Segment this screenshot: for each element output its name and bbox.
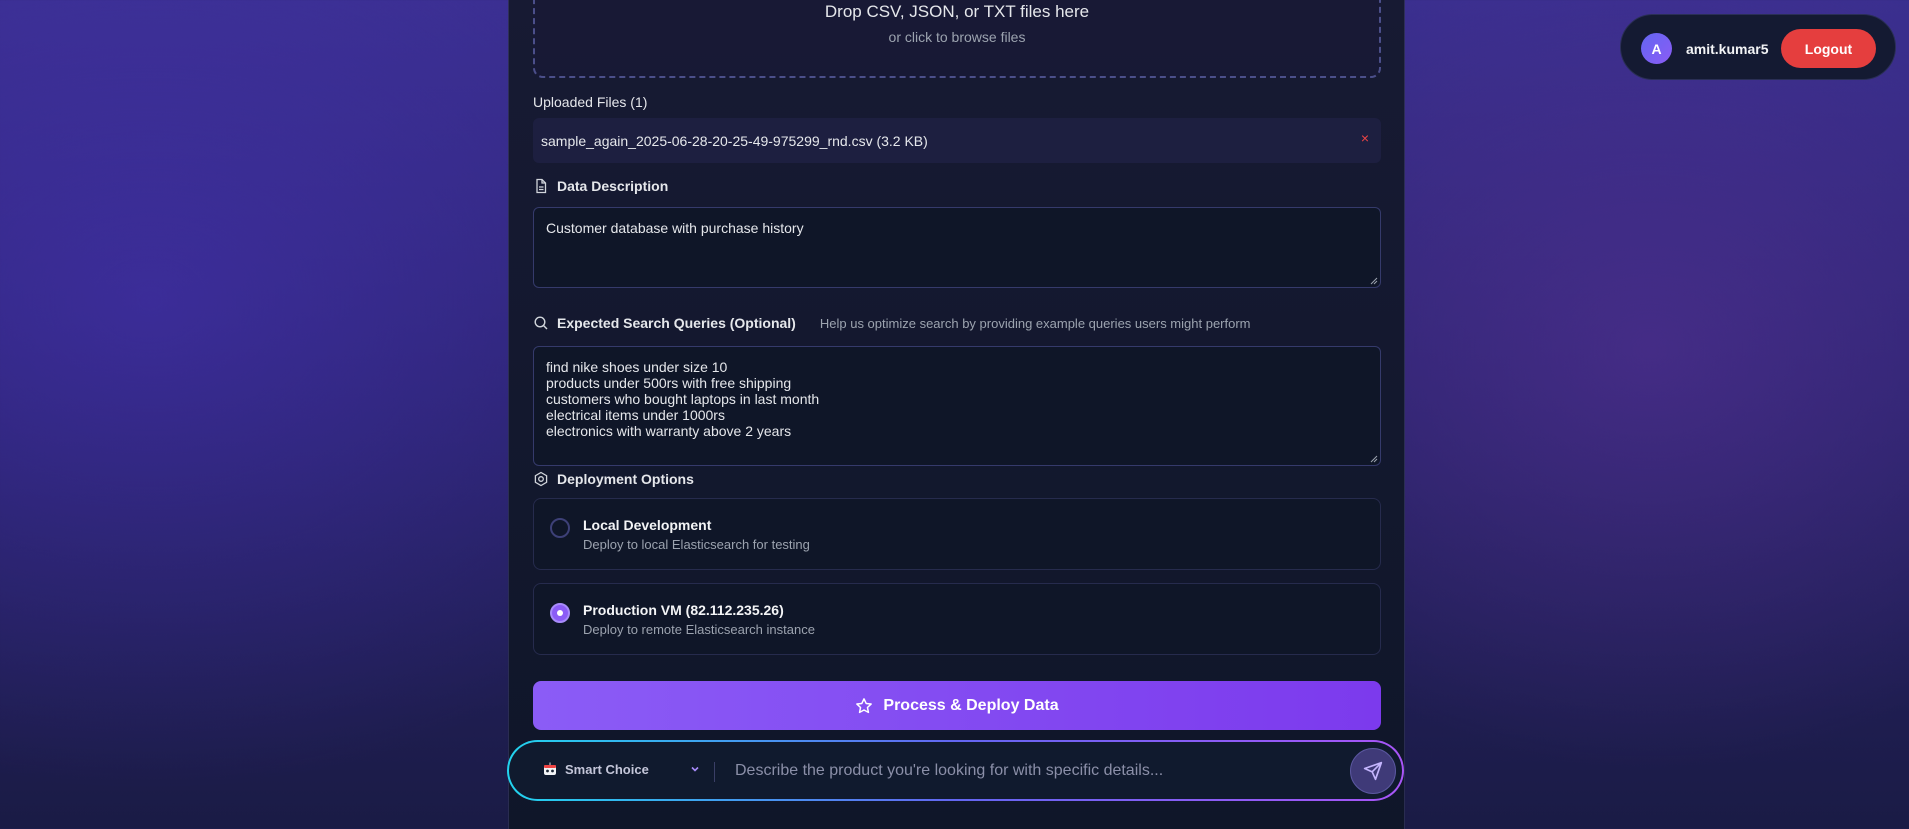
deployment-options-header: Deployment Options [533, 471, 694, 487]
query-line: electronics with warranty above 2 years [546, 423, 792, 439]
search-queries-header: Expected Search Queries (Optional) Help … [533, 315, 1251, 331]
uploaded-file-name: sample_again_2025-06-28-20-25-49-975299_… [541, 133, 928, 149]
uploaded-files-label: Uploaded Files (1) [533, 94, 648, 110]
send-icon [1363, 761, 1383, 781]
deploy-option-local[interactable]: Local Development Deploy to local Elasti… [533, 498, 1381, 570]
query-line: products under 500rs with free shipping [546, 375, 792, 391]
data-description-value: Customer database with purchase history [546, 220, 804, 236]
user-bar: A amit.kumar5 Logout [1620, 14, 1896, 80]
deploy-option-title: Local Development [583, 517, 712, 533]
dropzone-subtitle: or click to browse files [888, 29, 1026, 45]
document-icon [533, 178, 549, 194]
resize-grip-icon[interactable] [1368, 453, 1378, 463]
chat-divider [714, 762, 715, 782]
chevron-down-icon[interactable] [689, 763, 701, 775]
logout-button[interactable]: Logout [1781, 29, 1876, 68]
star-icon [856, 697, 873, 713]
gear-icon [533, 471, 549, 487]
deploy-option-production[interactable]: Production VM (82.112.235.26) Deploy to … [533, 583, 1381, 655]
remove-file-button[interactable]: × [1361, 130, 1369, 146]
search-icon [533, 315, 549, 331]
radio-local[interactable] [550, 518, 570, 538]
username: amit.kumar5 [1686, 41, 1769, 57]
uploaded-file-row: sample_again_2025-06-28-20-25-49-975299_… [533, 118, 1381, 163]
search-queries-title: Expected Search Queries (Optional) [557, 315, 796, 331]
search-queries-textarea[interactable]: find nike shoes under size 10 products u… [533, 346, 1381, 466]
query-line: customers who bought laptops in last mon… [546, 391, 820, 407]
process-deploy-button[interactable]: Process & Deploy Data [533, 681, 1381, 730]
chat-input[interactable] [735, 754, 1355, 788]
data-description-header: Data Description [533, 178, 668, 194]
data-description-textarea[interactable]: Customer database with purchase history [533, 207, 1381, 288]
query-line: electrical items under 1000rs [546, 407, 725, 423]
main-panel: Drop CSV, JSON, or TXT files here or cli… [508, 0, 1405, 829]
query-line: find nike shoes under size 10 [546, 359, 728, 375]
data-description-title: Data Description [557, 178, 669, 194]
search-queries-hint: Help us optimize search by providing exa… [819, 315, 1251, 331]
deploy-option-title: Production VM (82.112.235.26) [583, 602, 784, 618]
model-select-label: Smart Choice [565, 761, 649, 777]
deployment-options-title: Deployment Options [557, 471, 694, 487]
file-dropzone[interactable]: Drop CSV, JSON, or TXT files here or cli… [533, 0, 1381, 78]
process-deploy-label: Process & Deploy Data [883, 696, 1059, 714]
radio-production[interactable] [550, 603, 570, 623]
deploy-option-subtitle: Deploy to local Elasticsearch for testin… [583, 537, 810, 552]
chat-bar: Smart Choice [507, 740, 1404, 801]
send-button[interactable] [1350, 748, 1396, 794]
avatar: A [1641, 33, 1672, 64]
model-select[interactable]: Smart Choice [542, 761, 649, 777]
dropzone-title: Drop CSV, JSON, or TXT files here [824, 2, 1090, 21]
resize-grip-icon[interactable] [1368, 275, 1378, 285]
deploy-option-subtitle: Deploy to remote Elasticsearch instance [583, 622, 815, 637]
robot-icon [544, 762, 556, 775]
